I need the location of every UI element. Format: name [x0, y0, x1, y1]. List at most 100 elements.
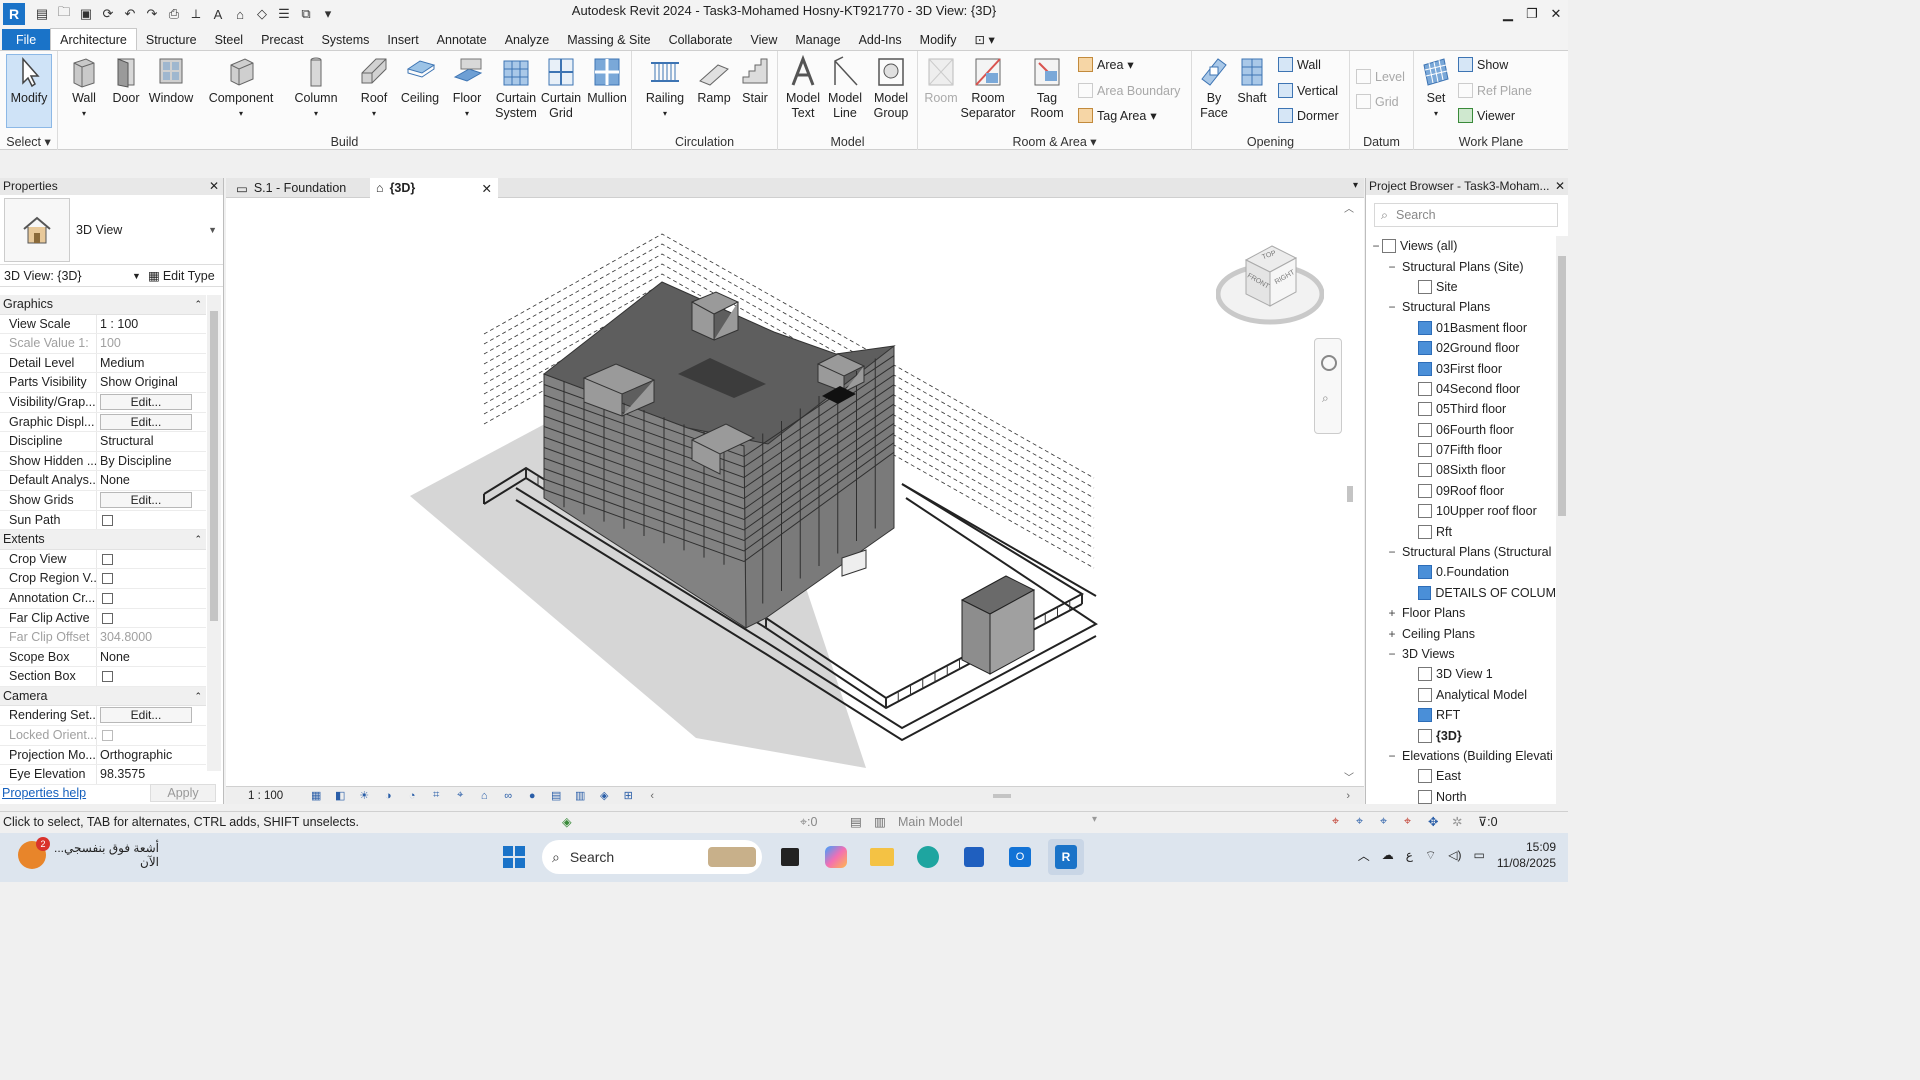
tab-3d[interactable]: ⌂ {3D} ✕	[370, 178, 498, 198]
area-boundary-button[interactable]: Area Boundary	[1078, 83, 1180, 98]
type-dropdown-icon[interactable]: ▼	[208, 225, 217, 235]
browser-node[interactable]: − Structural Plans	[1366, 297, 1556, 317]
tab-manage[interactable]: Manage	[786, 29, 849, 50]
select-dropdown[interactable]: Select ▾	[0, 134, 57, 149]
tag-area-button[interactable]: Tag Area ▾	[1078, 108, 1157, 123]
filter-icon[interactable]: ⊽:0	[1478, 814, 1498, 829]
scroll-down-icon[interactable]: ﹀	[1344, 769, 1354, 784]
property-value[interactable]	[96, 608, 206, 628]
stair-button[interactable]: Stair	[736, 55, 774, 106]
edit-button[interactable]: Edit...	[100, 413, 192, 430]
tab-add-ins[interactable]: Add-Ins	[850, 29, 911, 50]
model-text-button[interactable]: Model Text	[782, 55, 824, 121]
property-value[interactable]: Edit...	[96, 706, 206, 726]
tab-annotate[interactable]: Annotate	[428, 29, 496, 50]
save-icon[interactable]: ▣	[77, 5, 95, 23]
collapse-icon[interactable]: −	[1386, 260, 1398, 274]
railing-button[interactable]: Railing ▾	[642, 55, 688, 121]
open-folder-icon[interactable]: 🗀	[55, 4, 73, 23]
property-value[interactable]: By Discipline	[96, 451, 206, 471]
task-view-icon[interactable]	[772, 839, 808, 875]
tab-modify[interactable]: Modify	[911, 29, 966, 50]
close-icon[interactable]: ✕	[1552, 178, 1565, 195]
level-button[interactable]: Level	[1356, 69, 1405, 84]
zoom-icon[interactable]: ⌕	[1322, 391, 1329, 406]
taskbar-search[interactable]: ⌕ Search	[542, 840, 762, 874]
property-value[interactable]: 1 : 100	[96, 314, 206, 334]
section-icon[interactable]: ◇	[253, 5, 271, 23]
tab-insert[interactable]: Insert	[378, 29, 427, 50]
property-value[interactable]	[96, 510, 206, 530]
collapse-icon[interactable]: ⌃	[194, 687, 202, 707]
browser-node[interactable]: 0.Foundation	[1366, 562, 1556, 582]
browser-node[interactable]: −3D Views	[1366, 644, 1556, 664]
shaft-button[interactable]: Shaft	[1234, 55, 1270, 106]
view-scale[interactable]: 1 : 100	[248, 790, 283, 802]
browser-node[interactable]: Rft	[1366, 521, 1556, 541]
print-icon[interactable]: ⎙	[165, 5, 183, 23]
edit-type-button[interactable]: ▦ Edit Type	[148, 268, 215, 284]
store-icon[interactable]	[956, 839, 992, 875]
room-button[interactable]: Room	[920, 55, 962, 106]
tab-steel[interactable]: Steel	[206, 29, 253, 50]
select-links-icon[interactable]: ⌖	[1332, 814, 1339, 829]
project-browser-search[interactable]: ⌕ Search	[1374, 203, 1558, 227]
edge-icon[interactable]	[910, 839, 946, 875]
section-extents[interactable]: Extents ⌃	[0, 530, 206, 550]
browser-node[interactable]: North	[1366, 787, 1556, 807]
revit-taskbar-icon[interactable]: R	[1048, 839, 1084, 875]
edit-button[interactable]: Edit...	[100, 393, 192, 410]
ribbon-options-icon[interactable]: ⊡ ▾	[966, 28, 1004, 50]
property-checkbox[interactable]	[102, 514, 113, 526]
edit-button[interactable]: Edit...	[100, 491, 192, 508]
reveal-constraints-icon[interactable]: ⊞	[619, 789, 637, 803]
properties-scrollbar[interactable]	[207, 295, 221, 771]
tab-massing-site[interactable]: Massing & Site	[558, 29, 659, 50]
apply-button[interactable]: Apply	[150, 784, 216, 802]
worksets-icon[interactable]: ◈	[562, 814, 572, 829]
model-group-button[interactable]: Model Group	[868, 55, 914, 121]
floor-button[interactable]: Floor ▾	[448, 55, 486, 121]
open-icon[interactable]: ▤	[33, 5, 51, 23]
browser-node[interactable]: 3D View 1	[1366, 664, 1556, 684]
text-icon[interactable]: A	[209, 5, 227, 23]
copilot-icon[interactable]	[818, 839, 854, 875]
property-value[interactable]: None	[96, 647, 206, 667]
reveal-hidden-icon[interactable]: ●	[523, 789, 541, 803]
set-button[interactable]: Set ▾	[1418, 55, 1454, 121]
property-value[interactable]: Edit...	[96, 490, 206, 510]
ceiling-button[interactable]: Ceiling	[398, 55, 442, 106]
wall-button[interactable]: Wall ▾	[66, 55, 102, 121]
select-pinned-icon[interactable]: ⌖	[1380, 814, 1387, 829]
section-graphics[interactable]: Graphics ⌃	[0, 295, 206, 315]
browser-scrollbar[interactable]	[1556, 236, 1568, 804]
property-checkbox[interactable]	[102, 671, 113, 683]
browser-node[interactable]: 02Ground floor	[1366, 338, 1556, 358]
grid-button[interactable]: Grid	[1356, 94, 1399, 109]
browser-node[interactable]: 09Roof floor	[1366, 481, 1556, 501]
view-vertical-scrollbar[interactable]: ︿ ﹀	[1344, 200, 1358, 784]
close-tab-icon[interactable]: ✕	[482, 181, 492, 196]
close-icon[interactable]: ✕	[1544, 0, 1568, 28]
scroll-thumb[interactable]	[1347, 486, 1353, 502]
collapse-icon[interactable]: −	[1370, 239, 1382, 253]
expand-icon[interactable]: +	[1386, 627, 1398, 641]
collapse-icon[interactable]: −	[1386, 545, 1398, 559]
clock[interactable]: 15:09 11/08/2025	[1497, 839, 1556, 871]
viewer-button[interactable]: Viewer	[1458, 108, 1515, 123]
browser-node[interactable]: DETAILS OF COLUM	[1366, 583, 1556, 603]
property-checkbox[interactable]	[102, 592, 113, 604]
collapse-icon[interactable]: −	[1386, 749, 1398, 763]
3d-view-canvas[interactable]: TOP FRONT RIGHT ⌕ ︿ ﹀	[226, 198, 1364, 786]
steering-wheel-icon[interactable]	[1321, 355, 1337, 371]
browser-node[interactable]: − Views (all)	[1366, 236, 1556, 256]
edit-button[interactable]: Edit...	[100, 707, 192, 724]
by-face-button[interactable]: By Face	[1196, 55, 1232, 121]
curtain-grid-button[interactable]: Curtain Grid	[538, 55, 584, 121]
model-line-button[interactable]: Model Line	[824, 55, 866, 121]
temp-hide-icon[interactable]: ∞	[499, 789, 517, 803]
component-button[interactable]: Component ▾	[204, 55, 278, 121]
viewcube[interactable]: TOP FRONT RIGHT	[1216, 242, 1324, 334]
room-separator-button[interactable]: Room Separator	[960, 55, 1016, 121]
lock-3d-icon[interactable]: ⌂	[475, 789, 493, 803]
